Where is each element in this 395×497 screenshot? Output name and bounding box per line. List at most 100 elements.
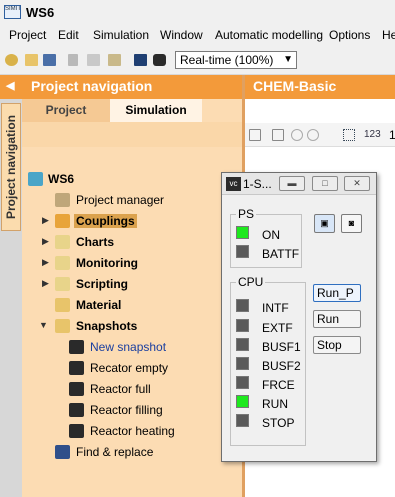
tree-item-label: WS6 xyxy=(48,172,75,186)
ps-settings-icon[interactable]: ▣ xyxy=(314,214,335,233)
tree-item-ws6[interactable]: WS6 xyxy=(24,170,234,190)
settings-icon[interactable] xyxy=(5,54,18,66)
run-button[interactable]: Run xyxy=(313,310,361,328)
grid-icon[interactable] xyxy=(343,129,355,141)
ps-display-icon[interactable]: ◙ xyxy=(341,214,362,233)
tree-item-label: Recator empty xyxy=(90,361,169,375)
tree-item-label: Project manager xyxy=(76,193,165,207)
app-title: WS6 xyxy=(26,5,55,20)
simulation-speed-select[interactable]: Real-time (100%) ▼ xyxy=(175,51,297,69)
tree-item-couplings[interactable]: ▶ Couplings xyxy=(24,212,234,232)
navigation-panel-header-strip xyxy=(22,122,242,147)
redo-icon[interactable] xyxy=(307,129,319,141)
window-title-bar[interactable]: vc 1-S... ▬ □ ✕ xyxy=(222,173,376,195)
led-run xyxy=(236,395,249,408)
led-label: STOP xyxy=(262,416,295,430)
save-icon[interactable] xyxy=(249,129,261,141)
tree-item-scripting[interactable]: ▶ Scripting xyxy=(24,275,234,295)
led-stop xyxy=(236,414,249,427)
maximize-button[interactable]: □ xyxy=(312,176,338,191)
number-format-icon[interactable]: 123 xyxy=(364,129,381,140)
menu-window[interactable]: Window xyxy=(160,28,203,42)
project-icon xyxy=(28,172,43,186)
run-p-button[interactable]: Run_P xyxy=(313,284,361,302)
menu-automatic-modelling[interactable]: Automatic modelling xyxy=(215,28,323,42)
expand-arrow-icon[interactable]: ▶ xyxy=(42,278,49,289)
led-busf1 xyxy=(236,338,249,351)
tree-item-label: Couplings xyxy=(74,214,137,228)
led-battf xyxy=(236,245,249,258)
tree-item-find-replace[interactable]: Find & replace xyxy=(24,443,234,463)
menu-help[interactable]: He xyxy=(382,28,395,42)
tree-item-label: New snapshot xyxy=(90,340,167,354)
tree-item-project-manager[interactable]: Project manager xyxy=(24,191,234,211)
scripting-icon xyxy=(55,277,70,291)
open-folder-icon[interactable] xyxy=(25,54,38,66)
led-extf xyxy=(236,319,249,332)
paste-icon[interactable] xyxy=(108,54,121,66)
collapse-arrow-icon[interactable]: ◀ xyxy=(6,79,14,92)
menu-bar: Project Edit Simulation Window Automatic… xyxy=(0,25,395,45)
snapshot-icon[interactable] xyxy=(153,54,166,66)
minimize-button[interactable]: ▬ xyxy=(279,176,305,191)
expand-arrow-icon[interactable]: ▶ xyxy=(42,257,49,268)
project-manager-icon xyxy=(55,193,70,207)
led-intf xyxy=(236,299,249,312)
tree-item-label: Scripting xyxy=(76,277,129,291)
tree-item-label: Snapshots xyxy=(76,319,138,333)
tree-item-charts[interactable]: ▶ Charts xyxy=(24,233,234,253)
tree-item-label: Material xyxy=(76,298,122,312)
tree-item-snapshot[interactable]: Reactor filling xyxy=(24,401,234,421)
camera-icon xyxy=(69,382,84,396)
tree-item-label: Reactor full xyxy=(90,382,151,396)
collapse-arrow-icon[interactable]: ▼ xyxy=(39,320,48,330)
led-label: ON xyxy=(262,228,280,242)
stop-button[interactable]: Stop xyxy=(313,336,361,354)
expand-arrow-icon[interactable]: ▶ xyxy=(42,236,49,247)
tree-item-label: Monitoring xyxy=(76,256,138,270)
document-toolbar-overflow: 1 xyxy=(389,128,395,142)
tree-item-snapshot[interactable]: Reactor heating xyxy=(24,422,234,442)
tree-item-new-snapshot[interactable]: New snapshot xyxy=(24,338,234,358)
simulation-speed-value: Real-time (100%) xyxy=(180,53,274,67)
material-icon xyxy=(55,298,70,312)
expand-arrow-icon[interactable]: ▶ xyxy=(42,215,49,226)
cut-icon[interactable] xyxy=(68,54,78,66)
led-label: EXTF xyxy=(262,321,293,335)
monitoring-icon xyxy=(55,256,70,270)
led-label: BATTF xyxy=(262,247,300,261)
tree-item-material[interactable]: Material xyxy=(24,296,234,316)
camera-icon xyxy=(69,361,84,375)
copy-icon[interactable] xyxy=(87,54,100,66)
tree-item-label: Reactor filling xyxy=(90,403,163,417)
project-navigation-title: Project navigation xyxy=(31,78,153,94)
led-busf2 xyxy=(236,357,249,370)
window-title: 1-S... xyxy=(243,177,272,191)
stop-icon[interactable] xyxy=(134,54,147,66)
vertical-tab-label: Project navigation xyxy=(4,114,18,220)
camera-icon xyxy=(69,403,84,417)
led-frce xyxy=(236,376,249,389)
tree-item-monitoring[interactable]: ▶ Monitoring xyxy=(24,254,234,274)
window-icon: vc xyxy=(226,177,241,191)
undo-icon[interactable] xyxy=(291,129,303,141)
tree-item-snapshot[interactable]: Reactor full xyxy=(24,380,234,400)
couplings-icon xyxy=(55,214,70,228)
tab-simulation[interactable]: Simulation xyxy=(110,99,202,122)
document-tab-title[interactable]: CHEM-Basic xyxy=(245,75,395,99)
title-bar: SIMIT WS6 xyxy=(0,0,395,25)
tree-item-snapshots[interactable]: ▼ Snapshots xyxy=(24,317,234,337)
tree-item-snapshot[interactable]: Recator empty xyxy=(24,359,234,379)
tree-item-label: Find & replace xyxy=(76,445,154,459)
menu-simulation[interactable]: Simulation xyxy=(93,28,149,42)
menu-options[interactable]: Options xyxy=(329,28,370,42)
app-icon: SIMIT xyxy=(4,5,21,19)
tab-project[interactable]: Project xyxy=(22,99,110,122)
print-icon[interactable] xyxy=(272,129,284,141)
ps-group-title: PS xyxy=(236,207,257,221)
menu-edit[interactable]: Edit xyxy=(58,28,79,42)
tree-item-label: Reactor heating xyxy=(90,424,175,438)
menu-project[interactable]: Project xyxy=(9,28,46,42)
close-button[interactable]: ✕ xyxy=(344,176,370,191)
save-icon[interactable] xyxy=(43,54,56,66)
